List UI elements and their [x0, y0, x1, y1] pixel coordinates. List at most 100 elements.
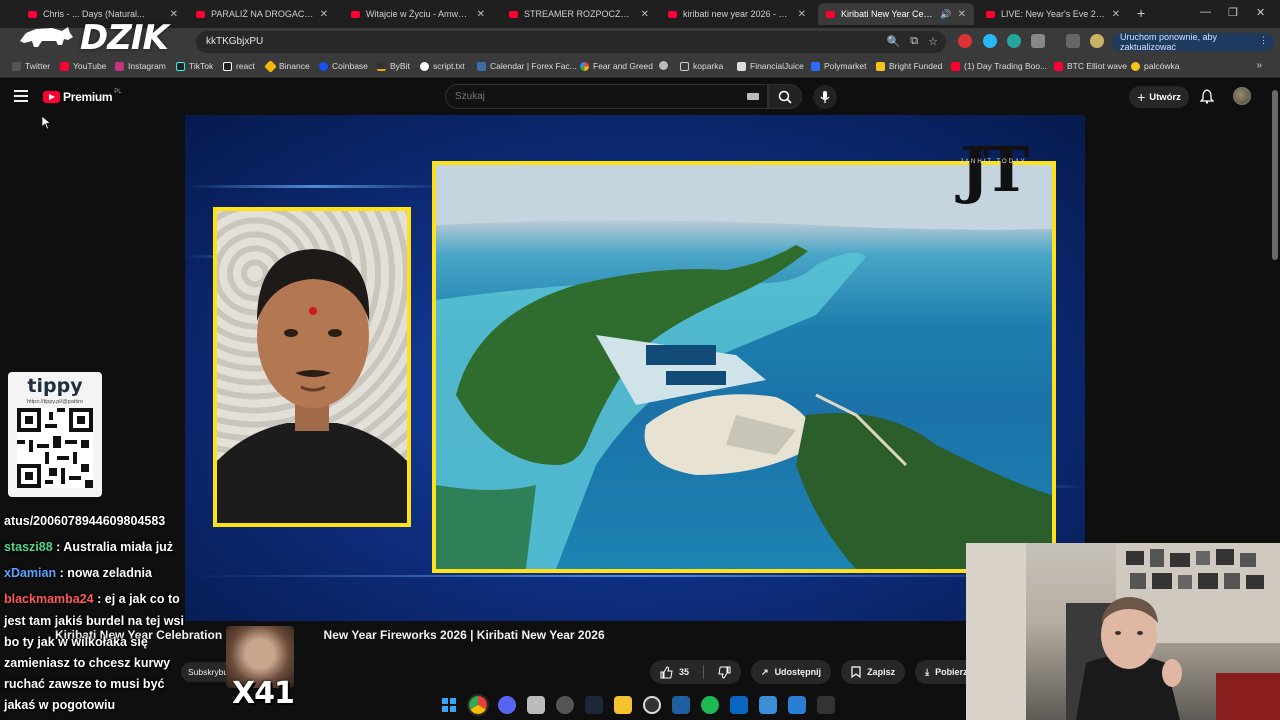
- bookmark[interactable]: Binance: [264, 59, 310, 73]
- tab-close-icon[interactable]: ✕: [170, 9, 178, 20]
- vscode-icon[interactable]: [672, 696, 690, 714]
- cast-icon[interactable]: ⧉: [910, 35, 918, 48]
- search-icon: [778, 90, 792, 104]
- file-explorer-icon[interactable]: [614, 696, 632, 714]
- youtube-header: Premium PL + Utwórz: [0, 79, 1280, 115]
- browser-tab[interactable]: Witajcie w Życiu - Amway - You... ✕: [343, 3, 493, 25]
- webcam-scene: [966, 543, 1280, 720]
- photos-icon[interactable]: [788, 696, 806, 714]
- save-button[interactable]: Zapisz: [841, 660, 906, 684]
- channel-watermark: JT: [960, 133, 1030, 206]
- bookmark[interactable]: Instagram: [115, 61, 166, 71]
- obs-icon[interactable]: [556, 696, 574, 714]
- bookmark[interactable]: Twitter: [12, 61, 50, 71]
- bookmark[interactable]: Fear and Greed: [580, 61, 653, 71]
- youtube-icon: [951, 61, 960, 71]
- url-text[interactable]: kkTKGbjxPU: [206, 36, 263, 47]
- windows-start-icon[interactable]: [440, 696, 458, 714]
- youtube-play-icon: [43, 91, 60, 103]
- minimize-icon[interactable]: —: [1200, 6, 1211, 18]
- browser-tab-active[interactable]: Kiribati New Year Celebratio... 🔊 ✕: [818, 3, 974, 25]
- bookmark[interactable]: Polymarket: [811, 61, 867, 71]
- tab-close-icon[interactable]: ✕: [798, 9, 806, 20]
- puzzle-icon[interactable]: [1031, 34, 1045, 48]
- tab-close-icon[interactable]: ✕: [477, 9, 485, 20]
- notepad-icon[interactable]: [759, 696, 777, 714]
- new-tab-icon[interactable]: +: [1137, 5, 1145, 21]
- search-input[interactable]: [455, 91, 735, 102]
- bookmark[interactable]: [659, 61, 672, 70]
- search-box[interactable]: [445, 84, 768, 109]
- chevron-right-icon[interactable]: »: [1256, 60, 1262, 71]
- omnibox[interactable]: kkTKGbjxPU 🔍 ⧉ ☆: [196, 31, 946, 53]
- hamburger-menu-icon[interactable]: [14, 90, 28, 102]
- spotify-icon[interactable]: [701, 696, 719, 714]
- bookmark[interactable]: FinancialJuice: [737, 61, 804, 71]
- extension-icon[interactable]: [1007, 34, 1021, 48]
- coinbase-icon: [319, 61, 328, 71]
- youtube-favicon-icon: [509, 10, 518, 18]
- video-player[interactable]: JT JANHIT TODAY: [185, 115, 1085, 621]
- chrome-icon[interactable]: [467, 694, 489, 716]
- tab-close-icon[interactable]: ✕: [641, 9, 649, 20]
- bookmark[interactable]: TikTok: [176, 61, 213, 71]
- browser-menu-icon[interactable]: ⋮: [1259, 35, 1268, 46]
- bookmark[interactable]: ByBit: [377, 61, 410, 71]
- ccleaner-icon[interactable]: [643, 696, 661, 714]
- island-aerial-image: [432, 161, 1056, 573]
- tab-close-icon[interactable]: ✕: [320, 9, 328, 20]
- browser-tab[interactable]: LIVE: New Year's Eve 2026 W... ✕: [978, 3, 1128, 25]
- bookmark[interactable]: BTC Elliot wave: [1054, 61, 1127, 71]
- thumbs-down-icon[interactable]: [718, 666, 731, 679]
- like-button[interactable]: 35: [660, 665, 689, 679]
- extension-icon[interactable]: [983, 34, 997, 48]
- reading-list-icon[interactable]: [1066, 34, 1080, 48]
- notifications-bell-icon[interactable]: [1200, 89, 1214, 104]
- browser-tab[interactable]: kiribati new year 2026 - YouTub... ✕: [660, 3, 814, 25]
- share-button[interactable]: ↗ Udostępnij: [751, 660, 832, 684]
- youtube-premium-logo[interactable]: Premium PL: [43, 89, 122, 104]
- youtube-favicon-icon: [28, 10, 37, 18]
- bookmark[interactable]: script.txt: [420, 61, 465, 71]
- create-button[interactable]: + Utwórz: [1129, 86, 1189, 108]
- update-browser-button[interactable]: Uruchom ponownie, aby zaktualizować ⋮: [1112, 32, 1274, 52]
- bookmark-label: TikTok: [189, 61, 214, 71]
- bookmark[interactable]: palcówka: [1131, 61, 1179, 71]
- youtube-favicon-icon: [351, 10, 360, 18]
- bookmark[interactable]: Calendar | Forex Fac...: [477, 61, 577, 71]
- bookmark[interactable]: (1) Day Trading Boo...: [951, 61, 1047, 71]
- tab-close-icon[interactable]: ✕: [958, 9, 966, 20]
- bookmark-label: YouTube: [73, 61, 107, 71]
- zoom-icon[interactable]: 🔍: [887, 35, 901, 48]
- bookmark[interactable]: koparka: [680, 61, 723, 71]
- app-store-icon[interactable]: [730, 696, 748, 714]
- profile-avatar-icon[interactable]: [1090, 34, 1104, 48]
- keyboard-icon[interactable]: [747, 93, 759, 100]
- browser-tab-strip: Chris - ... Days (Natural... ✕ PARALIŻ N…: [0, 0, 1280, 28]
- browser-tab[interactable]: STREAMER ROZPOCZĄŁ SYLWE... ✕: [501, 3, 657, 25]
- tab-close-icon[interactable]: ✕: [1112, 9, 1120, 20]
- restore-icon[interactable]: ❐: [1228, 6, 1238, 19]
- chat-text: : ej a jak co to: [93, 592, 180, 606]
- bookmark[interactable]: YouTube: [60, 61, 106, 71]
- browser-tab[interactable]: PARALIŻ NA DROGACH. ATAK Z... ✕: [188, 3, 336, 25]
- page-scrollbar[interactable]: [1272, 90, 1278, 260]
- bookmark-label: Coinbase: [332, 61, 368, 71]
- bookmark[interactable]: react: [223, 61, 255, 71]
- chat-message: zamieniasz to chcesz kurwy: [4, 656, 170, 670]
- bookmark-label: Calendar | Forex Fac...: [490, 61, 577, 71]
- speaker-icon[interactable]: 🔊: [940, 9, 951, 20]
- app-icon[interactable]: [527, 696, 545, 714]
- bookmark[interactable]: Coinbase: [319, 61, 368, 71]
- bookmark[interactable]: Bright Funded: [876, 61, 942, 71]
- account-avatar[interactable]: [1233, 87, 1251, 105]
- search-button[interactable]: [768, 84, 802, 109]
- chat-text: : nowa zeladnia: [56, 566, 152, 580]
- close-window-icon[interactable]: ✕: [1256, 6, 1265, 19]
- star-icon[interactable]: ☆: [928, 35, 938, 48]
- extension-icon[interactable]: [958, 34, 972, 48]
- steam-icon[interactable]: [585, 696, 603, 714]
- terminal-icon[interactable]: [817, 696, 835, 714]
- voice-search-button[interactable]: [813, 85, 837, 109]
- discord-icon[interactable]: [498, 696, 516, 714]
